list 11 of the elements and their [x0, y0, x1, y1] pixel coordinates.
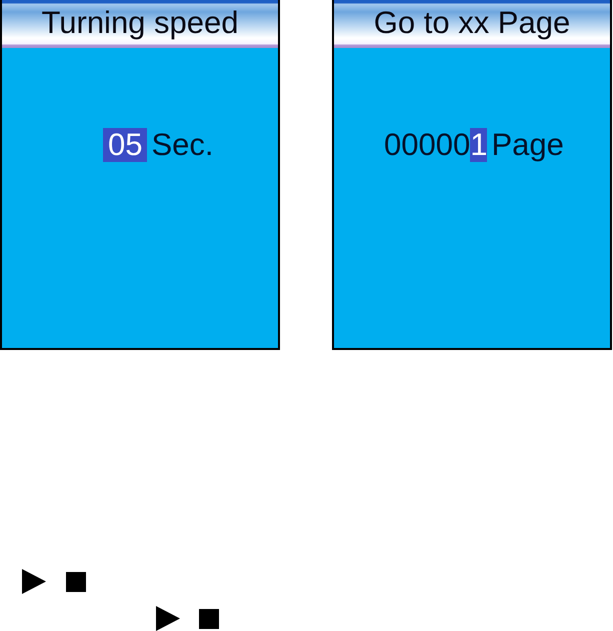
screen-title: Go to xx Page	[334, 0, 610, 48]
screen-title: Turning speed	[2, 0, 278, 48]
play-icon	[22, 569, 46, 594]
highlighted-digits: 05	[103, 128, 148, 162]
stop-icon	[66, 572, 86, 592]
unit-label: Page	[491, 128, 564, 162]
play-icon	[156, 606, 180, 631]
unit-label: Sec.	[151, 128, 214, 162]
stop-icon	[199, 608, 219, 628]
highlighted-digits: 1	[470, 128, 488, 162]
digits: 00000	[384, 128, 470, 162]
